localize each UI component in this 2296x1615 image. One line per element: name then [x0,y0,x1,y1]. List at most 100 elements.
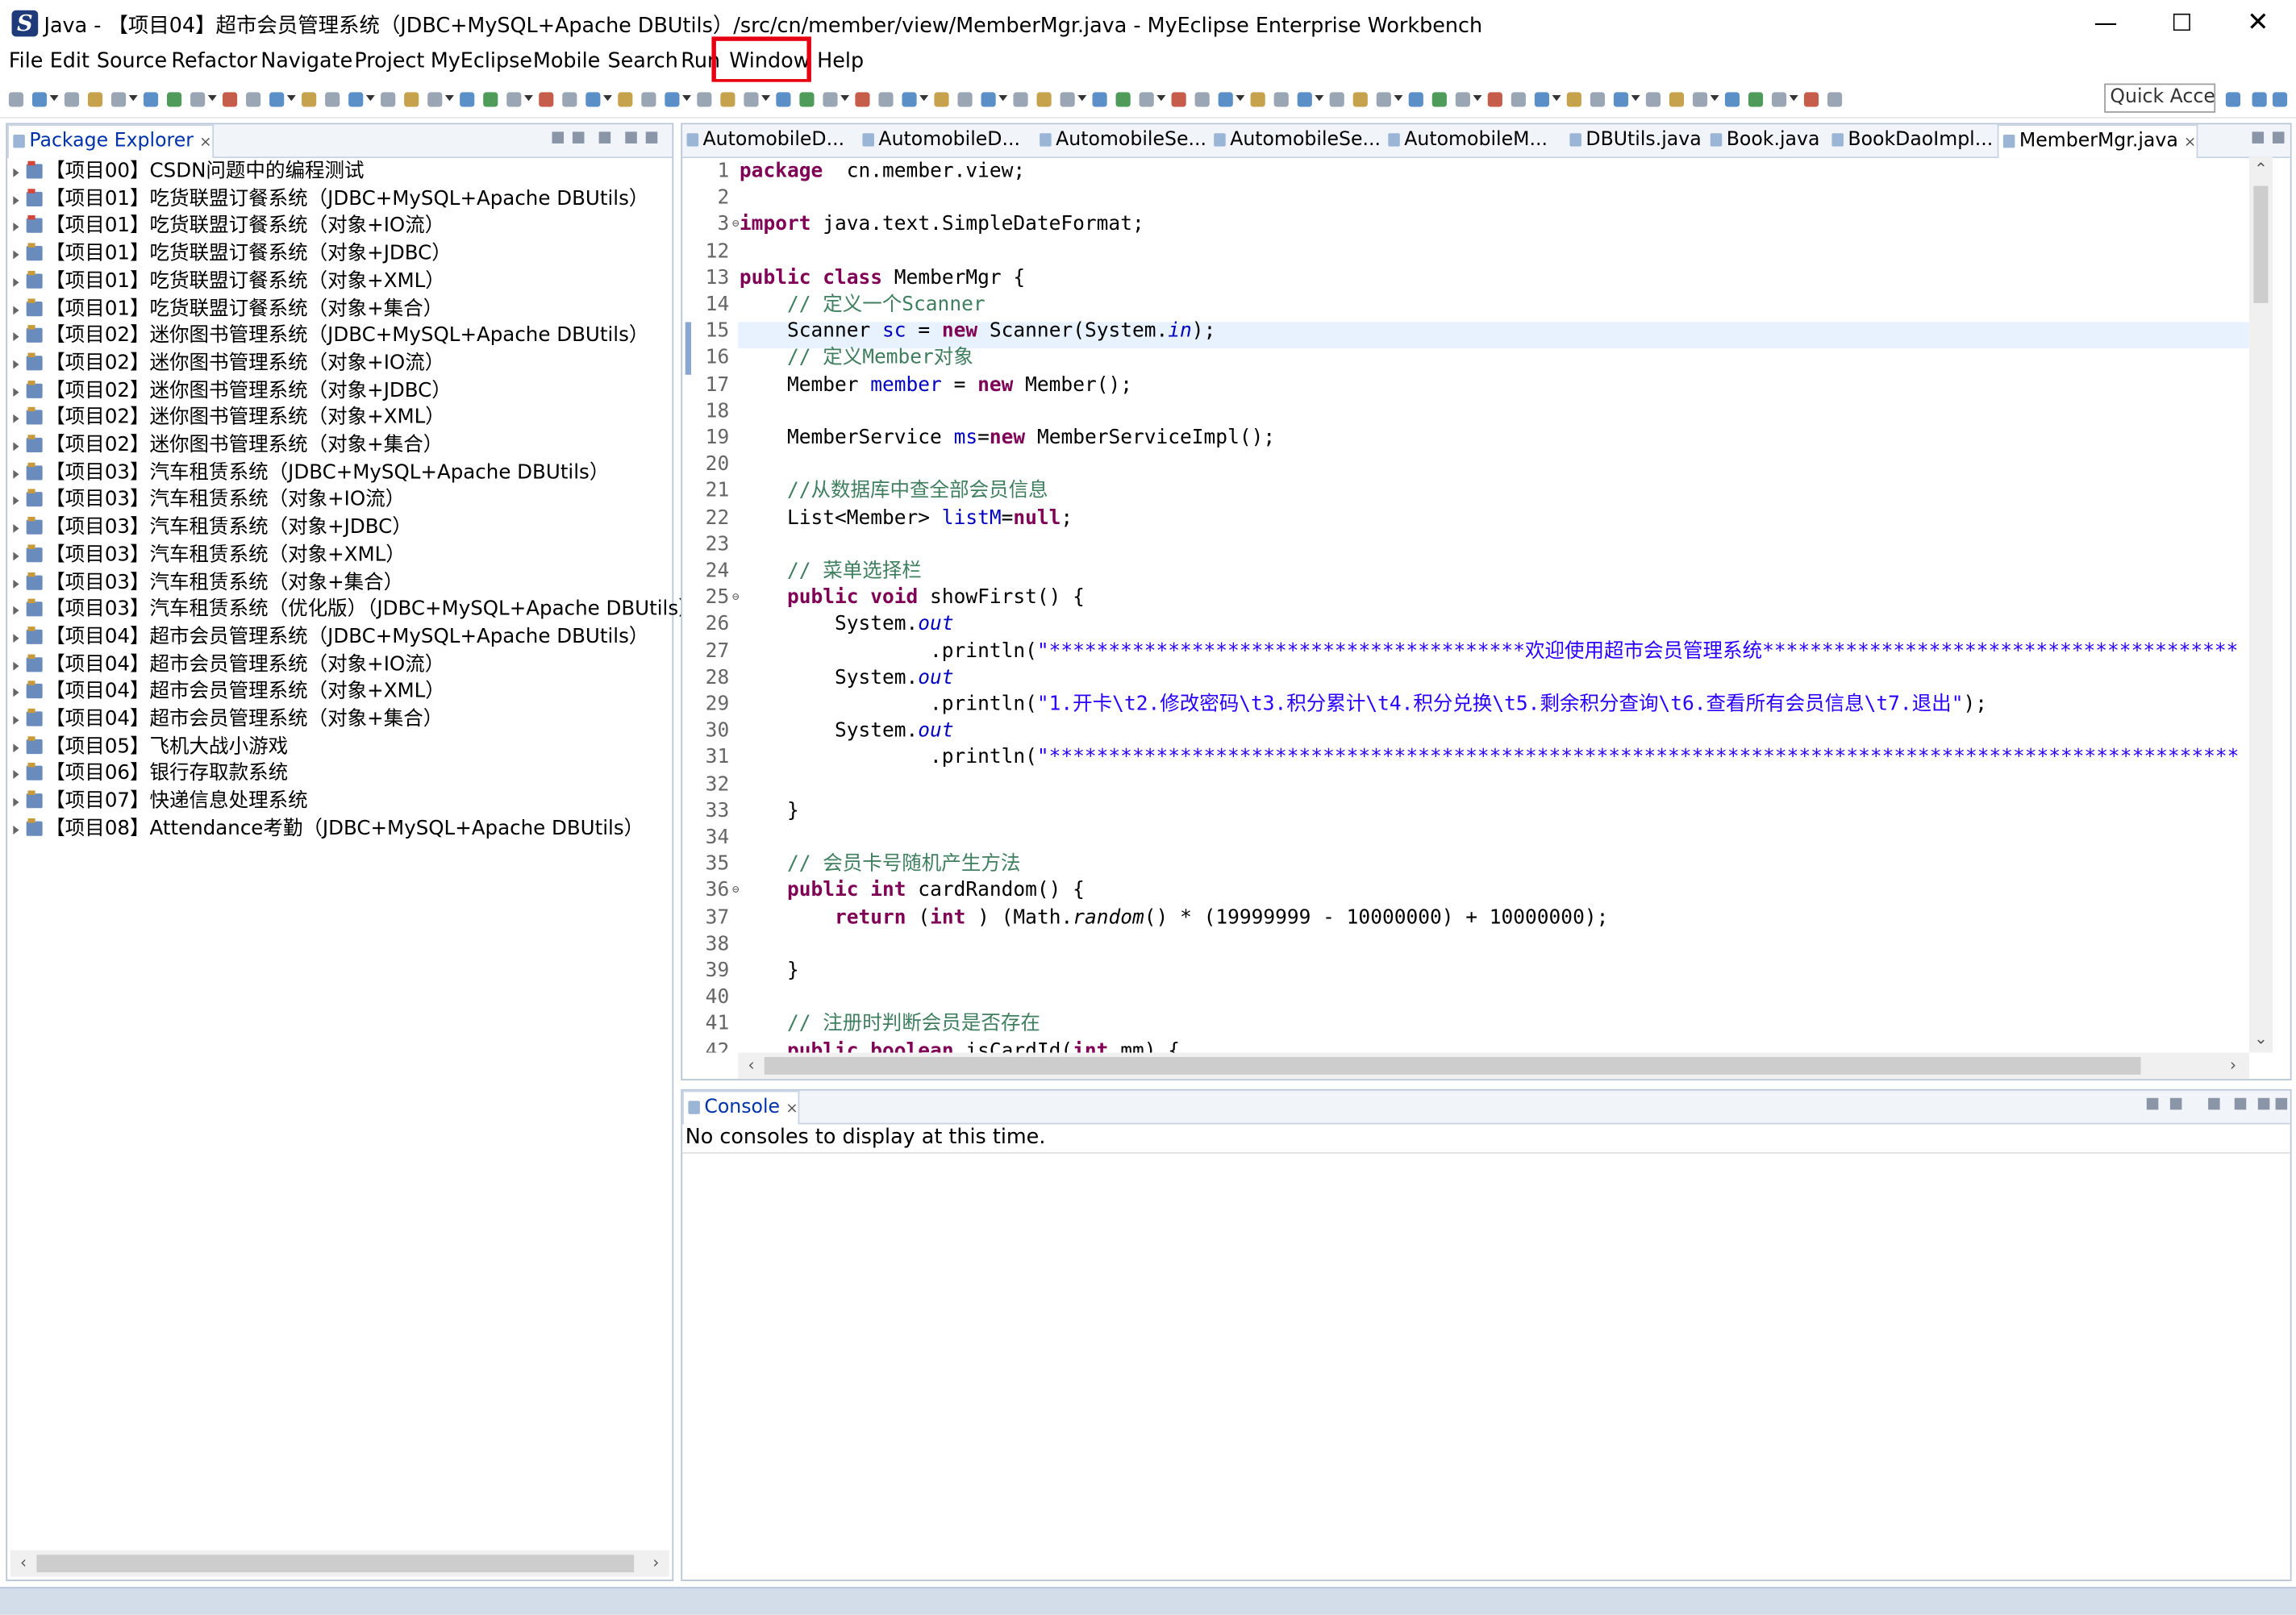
toolbar-button-icon[interactable] [1566,92,1581,107]
toolbar-button-icon[interactable] [1036,92,1052,107]
menu-mobile[interactable]: Mobile [533,50,600,73]
toolbar-button-icon[interactable] [1408,92,1423,107]
toolbar-button-icon[interactable] [720,92,735,107]
toolbar-button-icon[interactable] [1376,92,1391,107]
editor-tab[interactable]: AutomobileD... [858,124,1020,156]
toolbar-button-icon[interactable] [1590,92,1606,107]
toolbar-button-icon[interactable] [143,92,159,107]
toolbar-button-icon[interactable] [1455,92,1470,107]
toolbar-button-icon[interactable] [1273,92,1289,107]
dropdown-arrow-icon[interactable] [49,95,59,102]
scroll-left-arrow-icon[interactable]: ‹ [738,1052,765,1079]
expand-arrow-icon[interactable] [13,277,19,287]
toolbar-button-icon[interactable] [744,92,759,107]
dropdown-arrow-icon[interactable] [524,95,533,102]
toolbar-button-icon[interactable] [166,92,182,107]
toolbar-button-icon[interactable] [1803,92,1819,107]
expand-arrow-icon[interactable] [13,469,19,479]
dropdown-arrow-icon[interactable] [1552,95,1561,102]
toolbar-button-icon[interactable] [1613,92,1629,107]
toolbar-button-icon[interactable] [427,92,443,107]
toolbar-button-icon[interactable] [190,92,206,107]
toolbar-button-icon[interactable] [325,92,340,107]
pin-console-icon[interactable] [2169,1097,2182,1110]
editor-tab[interactable]: DBUtils.java [1565,124,1702,156]
perspective-icon[interactable] [2225,92,2241,107]
dropdown-arrow-icon[interactable] [1156,95,1166,102]
expand-arrow-icon[interactable] [13,305,19,314]
collapse-all-icon[interactable] [552,131,565,144]
close-icon[interactable]: × [199,135,211,151]
toolbar-button-icon[interactable] [878,92,894,107]
expand-arrow-icon[interactable] [13,497,19,506]
expand-arrow-icon[interactable] [13,195,19,205]
expand-arrow-icon[interactable] [13,552,19,561]
scroll-right-arrow-icon[interactable]: › [643,1550,669,1577]
close-icon[interactable]: × [2184,135,2196,151]
menu-navigate[interactable]: Navigate [260,50,352,73]
toolbar-button-icon[interactable] [697,92,712,107]
package-explorer-hscrollbar[interactable]: ‹ › [10,1550,669,1577]
toolbar-button-icon[interactable] [539,92,554,107]
dropdown-arrow-icon[interactable] [1473,95,1482,102]
expand-arrow-icon[interactable] [13,223,19,232]
toolbar-button-icon[interactable] [1194,92,1210,107]
expand-arrow-icon[interactable] [13,579,19,589]
toolbar-button-icon[interactable] [585,92,601,107]
toolbar-button-icon[interactable] [110,92,127,107]
menu-refactor[interactable]: Refactor [171,50,257,73]
dropdown-arrow-icon[interactable] [1315,95,1324,102]
tab-package-explorer[interactable]: Package Explorer × [7,124,214,159]
quick-access-input[interactable]: Quick Acce [2104,83,2216,113]
expand-arrow-icon[interactable] [13,332,19,342]
menu-myeclipse[interactable]: MyEclipse [431,50,532,73]
menu-project[interactable]: Project [354,50,424,73]
toolbar-button-icon[interactable] [1487,92,1502,107]
expand-arrow-icon[interactable] [13,414,19,424]
toolbar-button-icon[interactable] [8,92,24,107]
expand-arrow-icon[interactable] [13,606,19,615]
toolbar-button-icon[interactable] [31,92,48,107]
toolbar-button-icon[interactable] [1171,92,1186,107]
expand-arrow-icon[interactable] [13,743,19,752]
toolbar-button-icon[interactable] [1115,92,1131,107]
editor-tab[interactable]: MemberMgr.java × [1997,124,2198,159]
scroll-left-arrow-icon[interactable]: ‹ [10,1550,37,1577]
scroll-thumb[interactable] [2253,185,2269,303]
toolbar-button-icon[interactable] [1352,92,1368,107]
expand-arrow-icon[interactable] [13,250,19,260]
menu-file[interactable]: File [9,50,44,73]
menu-search[interactable]: Search [608,50,678,73]
dropdown-arrow-icon[interactable] [603,95,612,102]
close-icon[interactable]: × [785,1101,798,1117]
editor-hscrollbar[interactable]: ‹ › [738,1052,2249,1080]
expand-arrow-icon[interactable] [13,688,19,697]
editor-tab[interactable]: BookDaoImpl... [1827,124,1993,156]
display-console-icon[interactable] [2146,1097,2159,1110]
toolbar-button-icon[interactable] [934,92,949,107]
expand-arrow-icon[interactable] [13,825,19,835]
perspective-icon[interactable] [2252,92,2267,107]
expand-arrow-icon[interactable] [13,168,19,177]
toolbar-button-icon[interactable] [302,92,317,107]
toolbar-button-icon[interactable] [562,92,577,107]
menu-edit[interactable]: Edit [50,50,90,73]
toolbar-button-icon[interactable] [855,92,870,107]
dropdown-arrow-icon[interactable] [286,95,296,102]
link-editor-icon[interactable] [572,131,585,144]
dropdown-arrow-icon[interactable] [919,95,929,102]
toolbar-button-icon[interactable] [1060,92,1075,107]
view-control-icon[interactable] [2272,131,2285,144]
tab-console[interactable]: Console × [682,1090,800,1125]
toolbar-button-icon[interactable] [1724,92,1740,107]
dropdown-arrow-icon[interactable] [128,95,138,102]
maximize-view-icon[interactable] [2275,1097,2288,1110]
maximize-button[interactable]: ☐ [2144,0,2219,47]
view-menu-icon[interactable] [2234,1097,2247,1110]
toolbar-button-icon[interactable] [1250,92,1265,107]
toolbar-button-icon[interactable] [269,92,285,107]
toolbar-button-icon[interactable] [618,92,633,107]
toolbar-button-icon[interactable] [641,92,656,107]
toolbar-button-icon[interactable] [799,92,815,107]
minimize-view-icon[interactable] [2257,1097,2270,1110]
